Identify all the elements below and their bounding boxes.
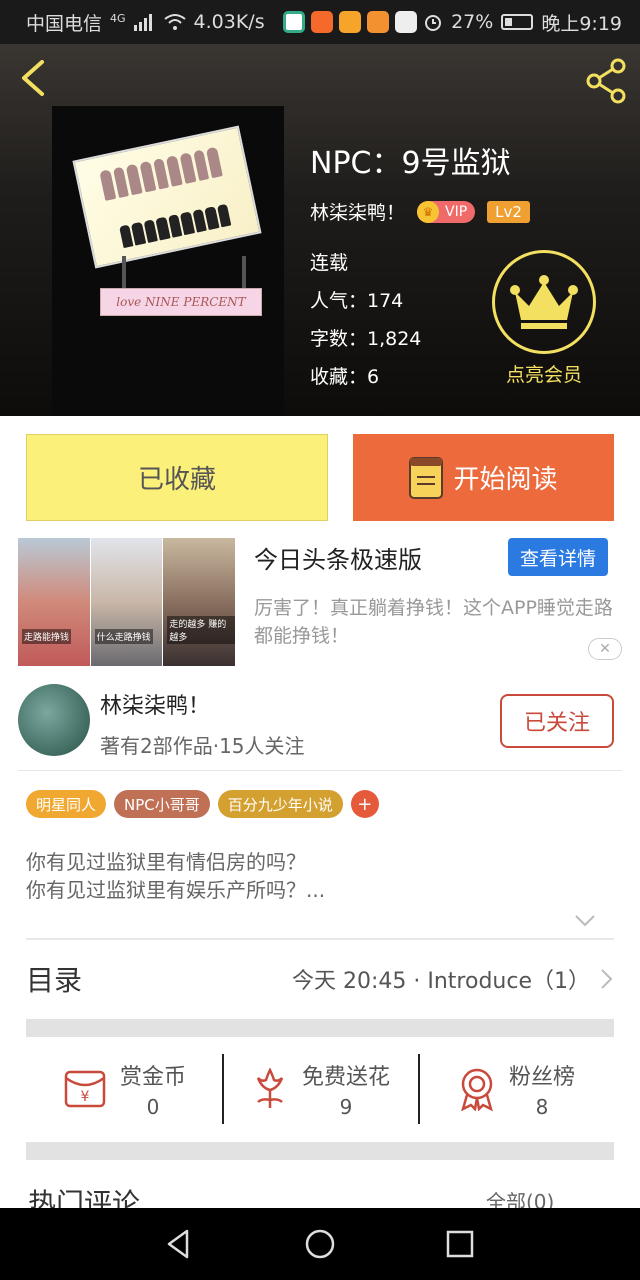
book-author-row: 林柒柒鸭！ ♛ VIP Lv2 [310, 198, 530, 225]
action-label: 粉丝榜 [508, 1065, 575, 1090]
status-bar: 中国电信 4G 4.03K/s 27% 晚上9:19 [0, 0, 640, 44]
all-comments-link[interactable]: 全部(0) [486, 1186, 554, 1208]
ad-caption: 走的越多 赚的越多 [167, 616, 236, 644]
network-type: 4G [110, 11, 126, 25]
system-nav-bar [0, 1208, 640, 1280]
ad-details-button[interactable]: 查看详情 [508, 538, 608, 576]
section-separator [26, 1019, 614, 1037]
section-separator [26, 1142, 614, 1160]
vip-member-label: 点亮会员 [505, 364, 582, 386]
action-value: 8 [535, 1095, 549, 1119]
start-reading-label: 开始阅读 [453, 465, 558, 495]
ad-thumbnails: 走路能挣钱 什么走路挣钱 走的越多 赚的越多 [18, 538, 236, 666]
ribbon-badge-icon [461, 1068, 493, 1111]
divider [18, 770, 622, 771]
back-nav-icon[interactable] [163, 1227, 197, 1261]
avatar[interactable] [18, 684, 90, 756]
book-status: 连载 [310, 252, 349, 274]
divider [26, 938, 614, 940]
vip-label: VIP [445, 203, 468, 220]
alarm-icon [425, 15, 442, 31]
favorited-button[interactable]: 已收藏 [26, 434, 328, 521]
book-icon [409, 456, 444, 499]
author-card[interactable]: 林柒柒鸭！ 著有2部作品·15人关注 已关注 [18, 684, 614, 770]
tag[interactable]: 明星同人 [26, 790, 107, 818]
book-word-count: 字数：1,824 [310, 328, 422, 350]
table-of-contents-row[interactable]: 目录 今天 20:45 · Introduce（1） [26, 954, 614, 1004]
flower-icon [256, 1068, 284, 1108]
level-badge: Lv2 [487, 200, 530, 223]
carrier-label: 中国电信 [26, 12, 103, 35]
follow-button[interactable]: 已关注 [500, 694, 614, 748]
action-row: ¥ 赏金币 0 免费送花 9 粉丝榜 8 [26, 1048, 614, 1130]
action-label: 赏金币 [119, 1065, 186, 1090]
svg-text:¥: ¥ [81, 1089, 90, 1105]
ad-banner[interactable]: 走路能挣钱 什么走路挣钱 走的越多 赚的越多 今日头条极速版 查看详情 厉害了！… [18, 538, 622, 668]
battery-percent: 27% [451, 11, 494, 33]
author-name: 林柒柒鸭！ [100, 694, 211, 719]
cover-sign-text: love NINE PERCENT [100, 288, 262, 316]
tag[interactable]: NPC小哥哥 [114, 790, 210, 818]
share-icon[interactable] [582, 56, 632, 106]
home-nav-icon[interactable] [303, 1227, 337, 1261]
add-tag-button[interactable]: + [350, 790, 379, 818]
start-reading-button[interactable]: 开始阅读 [353, 434, 614, 521]
latest-chapter: 今天 20:45 · Introduce（1） [292, 969, 590, 994]
ad-caption: 什么走路挣钱 [94, 629, 153, 644]
vip-crown-icon: ♛ [417, 200, 440, 223]
app-notification-icon [394, 11, 417, 33]
ad-thumbnail: 走的越多 赚的越多 [163, 538, 236, 666]
cover-illustration [72, 125, 262, 269]
close-icon[interactable]: ✕ [588, 638, 622, 660]
send-flower-button[interactable]: 免费送花 9 [222, 1048, 418, 1130]
comments-title: 热门评论 [28, 1187, 141, 1208]
clock: 晚上9:19 [541, 12, 622, 35]
chevron-down-icon[interactable] [574, 914, 596, 928]
reward-coins-button[interactable]: ¥ 赏金币 0 [26, 1048, 222, 1130]
app-notification-icon [366, 11, 389, 33]
book-cover[interactable]: love NINE PERCENT [52, 106, 284, 416]
action-label: 免费送花 [301, 1065, 390, 1090]
tag-list: 明星同人 NPC小哥哥 百分九少年小说 + [26, 790, 379, 818]
author-stats: 著有2部作品·15人关注 [100, 734, 305, 758]
chevron-left-icon[interactable] [14, 58, 54, 98]
app-notification-icon [338, 11, 361, 33]
battery-icon [501, 14, 534, 30]
vip-badge: ♛ VIP [417, 200, 476, 223]
ad-description: 厉害了！真正躺着挣钱！这个APP睡觉走路都能挣钱！ [254, 597, 613, 647]
book-title: NPC：9号监狱 [310, 146, 511, 181]
vip-member-button[interactable]: 点亮会员 [492, 250, 596, 387]
fan-ranking-button[interactable]: 粉丝榜 8 [418, 1048, 614, 1130]
ad-thumbnail: 走路能挣钱 [18, 538, 90, 666]
book-detail-content: 已收藏 开始阅读 走路能挣钱 什么走路挣钱 走的越多 赚的越多 今日头条极速版 … [0, 416, 640, 1208]
book-favorites: 收藏：6 [310, 366, 380, 388]
wifi-icon [163, 14, 186, 30]
signal-icon [133, 14, 152, 31]
action-value: 9 [339, 1095, 353, 1119]
ad-thumbnail: 什么走路挣钱 [90, 538, 163, 666]
book-popularity: 人气：174 [310, 290, 404, 312]
tag[interactable]: 百分九少年小说 [217, 790, 343, 818]
book-header: love NINE PERCENT NPC：9号监狱 林柒柒鸭！ ♛ VIP L… [0, 44, 640, 416]
book-author[interactable]: 林柒柒鸭！ [310, 198, 405, 225]
app-notification-icon [282, 11, 305, 33]
crown-icon [492, 250, 596, 354]
network-speed: 4.03K/s [193, 11, 265, 33]
book-info: 连载 人气：174 字数：1,824 收藏：6 [310, 244, 421, 396]
recents-nav-icon[interactable] [443, 1227, 477, 1261]
book-description[interactable]: 你有见过监狱里有情侣房的吗？ 你有见过监狱里有娱乐产所吗？... [26, 848, 586, 904]
ad-caption: 走路能挣钱 [22, 629, 72, 644]
action-value: 0 [146, 1095, 160, 1119]
toc-label: 目录 [26, 964, 83, 997]
ad-title: 今日头条极速版 [254, 546, 422, 574]
coin-envelope-icon: ¥ [64, 1070, 106, 1108]
app-notification-icon [310, 11, 333, 33]
chevron-right-icon [601, 969, 613, 989]
